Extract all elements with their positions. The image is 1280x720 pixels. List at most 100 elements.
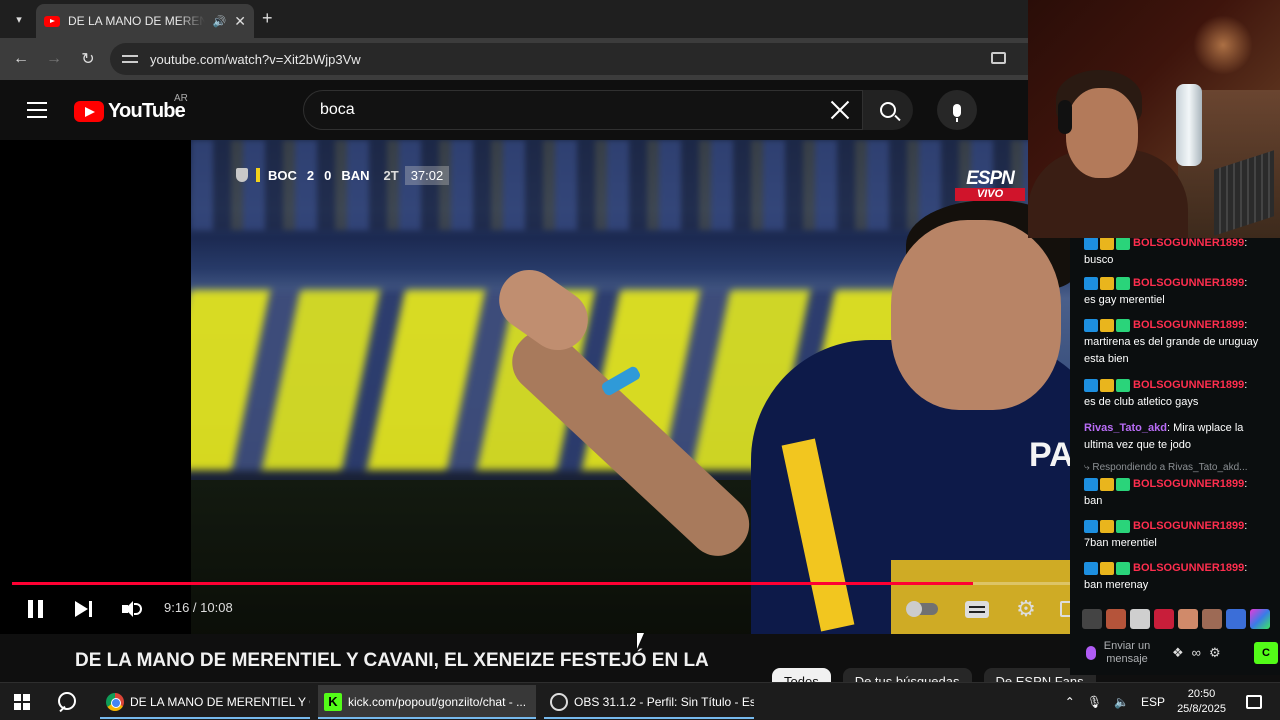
infinity-icon[interactable]: ∞ xyxy=(1192,645,1201,661)
chat-username[interactable]: Rivas_Tato_akd xyxy=(1084,422,1167,434)
emote-icon[interactable] xyxy=(1130,609,1150,629)
search-button[interactable] xyxy=(863,90,913,130)
subtitles-icon[interactable] xyxy=(965,601,989,618)
chat-send-button[interactable]: C xyxy=(1254,642,1278,664)
reload-icon[interactable]: ↻ xyxy=(77,48,99,70)
forward-arrow-icon[interactable]: → xyxy=(43,48,65,70)
language-indicator[interactable]: ESP xyxy=(1141,695,1165,709)
tray-chevron-up-icon[interactable]: ⌃ xyxy=(1065,695,1075,709)
site-info-tune-icon[interactable] xyxy=(122,53,138,65)
chat-text: ban xyxy=(1084,495,1103,507)
next-video-icon[interactable] xyxy=(75,601,95,617)
microphone-icon[interactable] xyxy=(1086,646,1096,660)
microphone-icon xyxy=(953,103,961,122)
chat-username[interactable]: BOLSOGUNNER1899 xyxy=(1133,562,1244,574)
address-url[interactable]: youtube.com/watch?v=Xit2bWjp3Vw xyxy=(150,52,361,67)
taskbar-app-chrome[interactable]: DE LA MANO DE MERENTIEL Y CA... xyxy=(100,685,310,719)
hamburger-menu-icon[interactable] xyxy=(27,102,47,118)
chat-message[interactable]: Rivas_Tato_akd: Mira wplace la ultima ve… xyxy=(1084,420,1270,454)
chat-message[interactable]: BOLSOGUNNER1899: ban merenay xyxy=(1084,560,1270,594)
windows-start-icon[interactable] xyxy=(14,694,30,710)
video-title: DE LA MANO DE MERENTIEL Y CAVANI, EL XEN… xyxy=(75,650,709,671)
webcam-person-head xyxy=(1066,88,1138,178)
reply-indicator: ⤷ Respondiendo a Rivas_Tato_akd... xyxy=(1084,462,1248,473)
youtube-header: YouTube AR xyxy=(0,80,1028,140)
chat-username[interactable]: BOLSOGUNNER1899 xyxy=(1133,520,1244,532)
search-input[interactable] xyxy=(320,101,800,119)
webcam-bottle xyxy=(1176,84,1202,166)
emote-icon[interactable] xyxy=(1250,609,1270,629)
chat-input-placeholder[interactable]: Enviar un mensaje xyxy=(1102,640,1152,666)
settings-gear-icon[interactable]: ⚙ xyxy=(1015,598,1037,620)
pause-icon[interactable] xyxy=(26,600,46,618)
youtube-logo[interactable]: YouTube AR xyxy=(74,93,188,123)
cast-icon[interactable] xyxy=(991,52,1006,64)
emote-icon[interactable] xyxy=(1178,609,1198,629)
taskbar-app-label: kick.com/popout/gonziito/chat - ... xyxy=(348,695,527,709)
new-tab-plus-icon[interactable]: + xyxy=(262,8,273,29)
taskbar-app-label: DE LA MANO DE MERENTIEL Y CA... xyxy=(130,695,310,709)
taskbar-app-kick[interactable]: K kick.com/popout/gonziito/chat - ... xyxy=(318,685,536,719)
emote-icon[interactable] xyxy=(1106,609,1126,629)
search-box[interactable] xyxy=(303,90,863,130)
back-arrow-icon[interactable]: ← xyxy=(10,48,32,70)
away-team: BAN xyxy=(341,167,370,183)
system-tray: ⌃ 🎙 🔈 ESP 20:50 25/8/2025 xyxy=(1065,683,1280,720)
browser-toolbar: ← → ↻ youtube.com/watch?v=Xit2bWjp3Vw xyxy=(0,38,1028,80)
video-frame[interactable]: PA xyxy=(191,140,1070,634)
windows-taskbar: DE LA MANO DE MERENTIEL Y CA... K kick.c… xyxy=(0,682,1280,720)
emote-icon[interactable] xyxy=(1082,609,1102,629)
tab-search-chevron-icon[interactable]: ▾ xyxy=(8,8,30,30)
emote-icon[interactable] xyxy=(1154,609,1174,629)
address-bar[interactable]: youtube.com/watch?v=Xit2bWjp3Vw xyxy=(110,43,1028,75)
chat-message[interactable]: BOLSOGUNNER1899: es gay merentiel xyxy=(1084,275,1270,309)
video-progress-bar[interactable] xyxy=(12,582,1070,585)
chat-message[interactable]: BOLSOGUNNER1899: 7ban merentiel xyxy=(1084,518,1270,552)
tray-microphone-icon[interactable]: 🎙 xyxy=(1087,695,1102,709)
autoplay-toggle-icon[interactable] xyxy=(906,601,938,617)
progress-played xyxy=(12,582,973,585)
headset-icon xyxy=(1058,100,1072,134)
chat-username[interactable]: BOLSOGUNNER1899 xyxy=(1133,277,1244,289)
emote-icon[interactable] xyxy=(1202,609,1222,629)
chat-message[interactable]: BOLSOGUNNER1899: es de club atletico gays xyxy=(1084,377,1270,411)
badge-icon xyxy=(1084,378,1098,392)
badge-icon xyxy=(1116,477,1130,491)
country-code: AR xyxy=(174,93,188,104)
obs-icon xyxy=(550,693,568,711)
notifications-icon[interactable] xyxy=(1246,695,1262,709)
voice-search-button[interactable] xyxy=(937,90,977,130)
browser-tab-youtube[interactable]: DE LA MANO DE MERENTIEL 🔊 ✕ xyxy=(36,4,254,38)
chat-username[interactable]: BOLSOGUNNER1899 xyxy=(1133,238,1244,249)
badge-icon xyxy=(1084,318,1098,332)
chat-message[interactable]: BOLSOGUNNER1899: martirena es del grande … xyxy=(1084,317,1270,368)
taskbar-app-obs[interactable]: OBS 31.1.2 - Perfil: Sin Título - Esc... xyxy=(544,685,754,719)
match-half: 2T xyxy=(383,167,399,183)
scoreboard: BOC 2 0 BAN 2T 37:02 xyxy=(236,165,450,185)
player-head xyxy=(891,220,1061,410)
chat-username[interactable]: BOLSOGUNNER1899 xyxy=(1133,319,1244,331)
taskbar-clock[interactable]: 20:50 25/8/2025 xyxy=(1177,687,1226,717)
video-player[interactable]: PA BOC 2 0 BAN 2T 37:02 ESPN VIVO xyxy=(0,140,1070,634)
chat-message[interactable]: BOLSOGUNNER1899: busco xyxy=(1084,238,1270,269)
user-badges xyxy=(1084,477,1130,491)
emote-icon[interactable] xyxy=(1226,609,1246,629)
search-clear-icon[interactable] xyxy=(826,96,854,124)
chat-message[interactable]: BOLSOGUNNER1899: ban xyxy=(1084,476,1270,510)
tab-close-icon[interactable]: ✕ xyxy=(234,13,246,30)
mouse-cursor-icon xyxy=(637,633,644,649)
tray-volume-icon[interactable]: 🔈 xyxy=(1114,695,1129,709)
chat-text: busco xyxy=(1084,254,1114,266)
chat-username[interactable]: BOLSOGUNNER1899 xyxy=(1133,478,1244,490)
chat-settings-gear-icon[interactable]: ⚙ xyxy=(1209,645,1221,661)
crown-icon xyxy=(1100,238,1114,250)
chat-username[interactable]: BOLSOGUNNER1899 xyxy=(1133,379,1244,391)
clock-time: 20:50 xyxy=(1187,688,1216,700)
chat-text: es de club atletico gays xyxy=(1084,396,1199,408)
points-icon[interactable]: ❖ xyxy=(1172,645,1184,661)
taskbar-search-icon[interactable] xyxy=(56,692,78,714)
chat-input[interactable]: Enviar un mensaje ❖ ∞ ⚙ xyxy=(1080,636,1252,670)
crown-icon xyxy=(1100,378,1114,392)
tab-audio-icon[interactable]: 🔊 xyxy=(213,15,227,28)
reply-text: Respondiendo a Rivas_Tato_akd xyxy=(1092,462,1240,473)
